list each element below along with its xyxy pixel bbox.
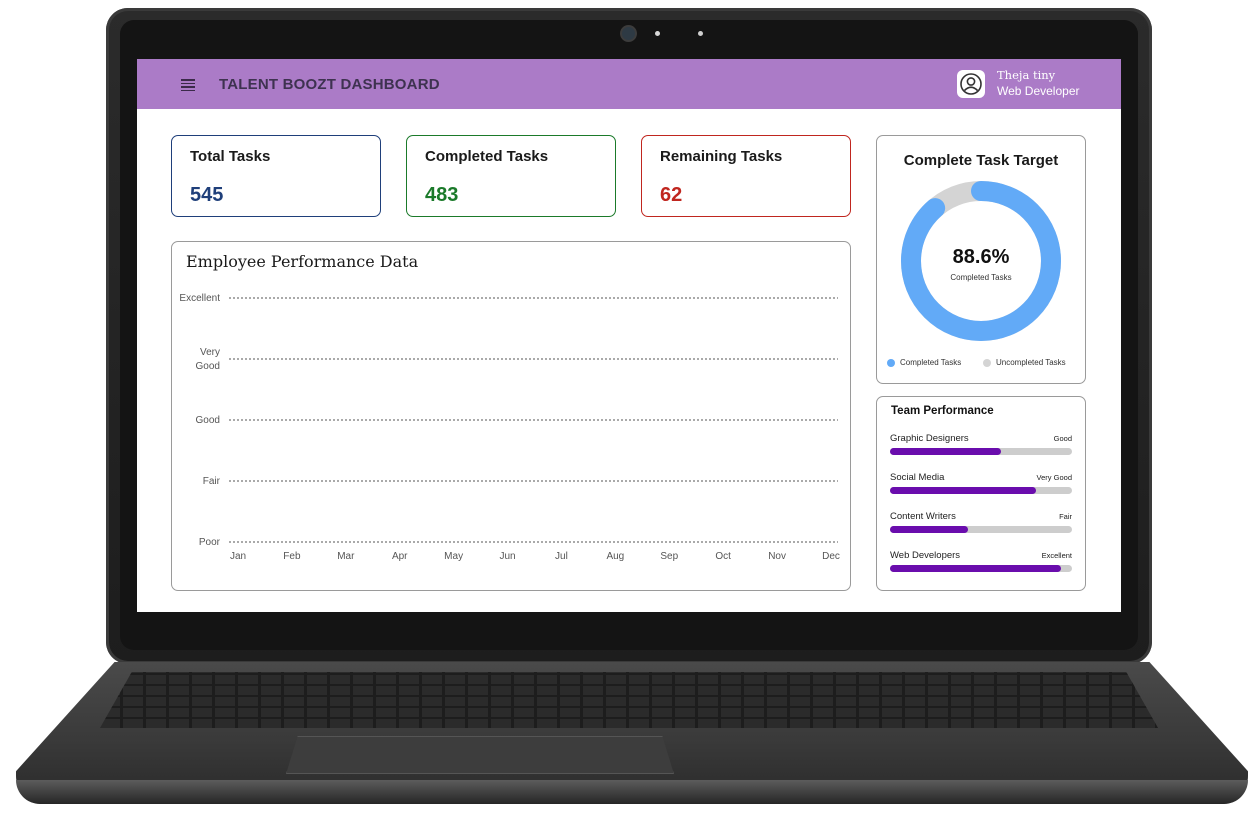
completed-tasks-card: Completed Tasks 483 <box>406 135 616 217</box>
remaining-tasks-card: Remaining Tasks 62 <box>641 135 851 217</box>
team-progress-track <box>890 448 1072 455</box>
x-tick-label: Jul <box>555 551 568 562</box>
laptop-keyboard <box>100 672 1158 728</box>
team-name: Social Media <box>890 472 945 483</box>
webcam-icon <box>622 27 635 40</box>
legend-uncompleted-label: Uncompleted Tasks <box>996 358 1066 367</box>
top-bar: TALENT BOOZT DASHBOARD Theja tiny Web De… <box>137 59 1121 109</box>
team-name: Graphic Designers <box>890 433 969 444</box>
completed-tasks-value: 483 <box>425 184 459 206</box>
team-progress-fill <box>890 448 1002 455</box>
team-progress-fill <box>890 526 969 533</box>
app-title: TALENT BOOZT DASHBOARD <box>219 76 440 93</box>
performance-line-chart: Excellent Very Good Good Fair Poor Jan Feb Mar Ap… <box>179 293 840 562</box>
x-tick-label: May <box>444 551 463 562</box>
user-role: Web Developer <box>997 84 1080 98</box>
hamburger-menu-icon[interactable] <box>181 79 195 91</box>
uncompleted-legend-dot <box>983 358 991 367</box>
x-tick-label: Aug <box>606 551 624 562</box>
legend-completed: Completed Tasks <box>887 358 961 367</box>
y-tick-label: Fair <box>203 476 221 487</box>
remaining-tasks-value: 62 <box>660 184 683 206</box>
x-tick-label: Nov <box>768 551 786 562</box>
x-tick-label: Sep <box>660 551 678 562</box>
team-name: Web Developers <box>890 550 961 561</box>
total-tasks-value: 545 <box>190 184 224 206</box>
team-progress-fill <box>890 487 1036 494</box>
y-tick-label: Very Good <box>196 347 220 372</box>
legend-uncompleted: Uncompleted Tasks <box>983 358 1066 367</box>
x-tick-label: Mar <box>337 551 355 562</box>
y-tick-label: Good <box>196 415 220 426</box>
remaining-tasks-label: Remaining Tasks <box>660 148 783 165</box>
completed-tasks-label: Completed Tasks <box>425 148 549 165</box>
camera-indicator-light <box>655 31 660 36</box>
legend-completed-label: Completed Tasks <box>900 358 962 367</box>
camera-sensor <box>698 31 703 36</box>
total-tasks-label: Total Tasks <box>190 148 271 165</box>
completed-legend-dot <box>887 358 895 367</box>
x-tick-label: Dec <box>822 551 840 562</box>
performance-chart-card: Employee Performance Data Excellent Very G… <box>171 241 851 591</box>
user-icon <box>960 73 982 95</box>
team-performance-title: Team Performance <box>891 405 994 417</box>
team-level: Fair <box>1059 512 1072 521</box>
team-progress-fill <box>890 565 1062 572</box>
x-tick-label: Jan <box>230 551 246 562</box>
total-tasks-card: Total Tasks 545 <box>171 135 381 217</box>
laptop-trackpad <box>286 736 674 774</box>
y-tick-label: Poor <box>199 537 221 548</box>
x-tick-label: Oct <box>715 551 731 562</box>
y-tick-label: Excellent <box>179 293 220 304</box>
task-target-card: Complete Task Target 88.6% Completed Tas… <box>876 135 1086 384</box>
laptop-base-edge <box>16 780 1248 804</box>
team-level: Very Good <box>1036 473 1072 482</box>
task-donut-chart <box>901 181 1061 341</box>
user-avatar[interactable] <box>957 70 985 98</box>
team-level: Good <box>1053 434 1072 443</box>
x-tick-label: Feb <box>283 551 301 562</box>
team-performance-card: Team Performance Graphic Designers Good … <box>876 396 1086 591</box>
team-progress-track <box>890 526 1072 533</box>
team-progress-track <box>890 565 1072 572</box>
x-tick-label: Apr <box>392 551 408 562</box>
x-tick-label: Jun <box>499 551 515 562</box>
donut-sub-label: Completed Tasks <box>950 273 1012 282</box>
team-progress-track <box>890 487 1072 494</box>
team-level: Excellent <box>1041 551 1072 560</box>
user-name: Theja tiny <box>997 68 1056 82</box>
donut-percent: 88.6% <box>952 246 1010 268</box>
dashboard-screen: TALENT BOOZT DASHBOARD Theja tiny Web De… <box>137 59 1121 612</box>
team-name: Content Writers <box>890 511 956 522</box>
